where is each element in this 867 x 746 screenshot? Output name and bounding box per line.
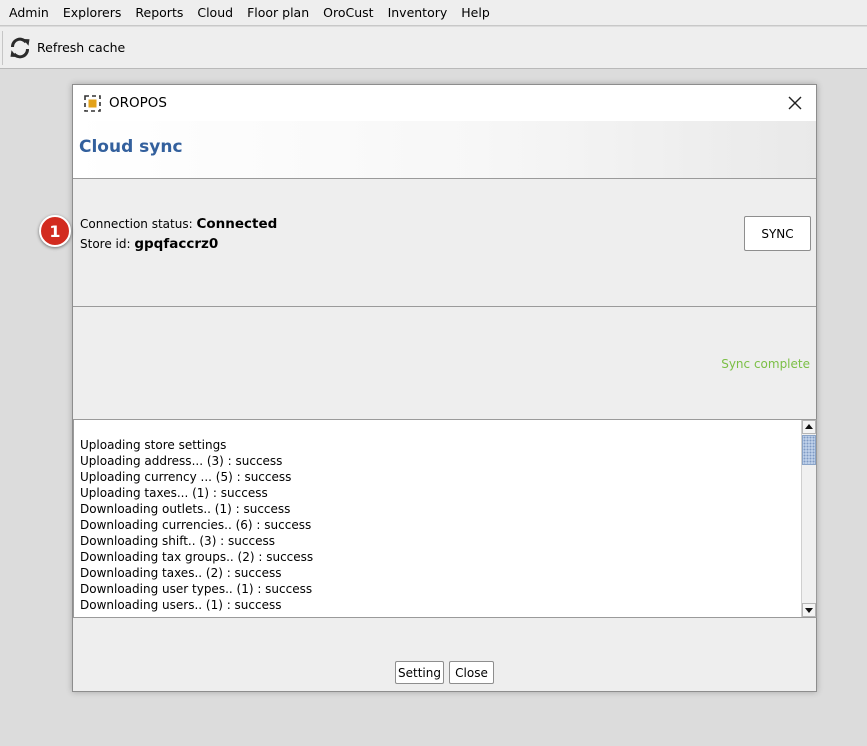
menu-floor-plan[interactable]: Floor plan (240, 0, 316, 26)
step-badge: 1 (39, 215, 71, 247)
log-line: Downloading outlets.. (1) : success (80, 502, 291, 516)
oropos-app-icon (84, 94, 101, 112)
status-panel: 1 Connection status: Connected Store id:… (39, 180, 816, 307)
log-line: Downloading tax groups.. (2) : success (80, 550, 314, 564)
store-id-value: gpqfaccrz0 (134, 236, 219, 252)
refresh-cache-label: Refresh cache (37, 40, 126, 55)
log-scrollbar[interactable] (801, 420, 816, 617)
menu-help[interactable]: Help (454, 0, 497, 26)
dialog-header: Cloud sync (73, 121, 816, 179)
arrow-up-icon (805, 424, 813, 429)
log-line: Uploading currency ... (5) : success (80, 470, 292, 484)
toolbar: Refresh cache (0, 27, 867, 69)
menu-orocust[interactable]: OroCust (316, 0, 380, 26)
connection-status: Connection status: Connected (80, 216, 277, 232)
setting-button[interactable]: Setting (395, 661, 444, 684)
menu-inventory[interactable]: Inventory (381, 0, 455, 26)
log-line: Uploading taxes... (1) : success (80, 486, 268, 500)
log-line: Uploading store settings (80, 438, 227, 452)
sync-status-message: Sync complete (721, 357, 810, 371)
menu-reports[interactable]: Reports (128, 0, 190, 26)
store-id-label: Store id: (80, 237, 131, 251)
dialog-titlebar: OROPOS (73, 85, 816, 121)
log-line: Downloading user types.. (1) : success (80, 582, 313, 596)
message-panel: Sync complete (73, 308, 816, 418)
sync-button[interactable]: SYNC (744, 216, 811, 251)
refresh-cache-button[interactable]: Refresh cache (8, 32, 131, 64)
close-icon[interactable] (786, 94, 804, 112)
menu-bar: Admin Explorers Reports Cloud Floor plan… (0, 0, 867, 26)
connection-status-label: Connection status: (80, 217, 193, 231)
arrow-down-icon (805, 608, 813, 613)
menu-explorers[interactable]: Explorers (56, 0, 129, 26)
log-line: Uploading address... (3) : success (80, 454, 283, 468)
log-line: Downloading users.. (1) : success (80, 598, 282, 612)
close-button[interactable]: Close (449, 661, 494, 684)
log-line: Downloading shift.. (3) : success (80, 534, 275, 548)
connection-status-value: Connected (196, 216, 278, 232)
log-line: Downloading taxes.. (2) : success (80, 566, 282, 580)
page-title: Cloud sync (79, 137, 183, 157)
log-lines: Uploading store settings Uploading addre… (80, 437, 313, 613)
refresh-icon (10, 37, 30, 58)
menu-cloud[interactable]: Cloud (190, 0, 240, 26)
scroll-thumb[interactable] (802, 435, 816, 465)
cloud-sync-dialog: OROPOS Cloud sync 1 Connection status: C… (39, 84, 817, 692)
toolbar-separator (2, 31, 3, 65)
dialog-title: OROPOS (109, 95, 167, 111)
menu-admin[interactable]: Admin (2, 0, 56, 26)
log-line: Downloading currencies.. (6) : success (80, 518, 312, 532)
store-id: Store id: gpqfaccrz0 (80, 236, 218, 252)
scroll-up-button[interactable] (802, 420, 816, 434)
sync-log[interactable]: Uploading store settings Uploading addre… (73, 419, 817, 618)
scroll-down-button[interactable] (802, 603, 816, 617)
